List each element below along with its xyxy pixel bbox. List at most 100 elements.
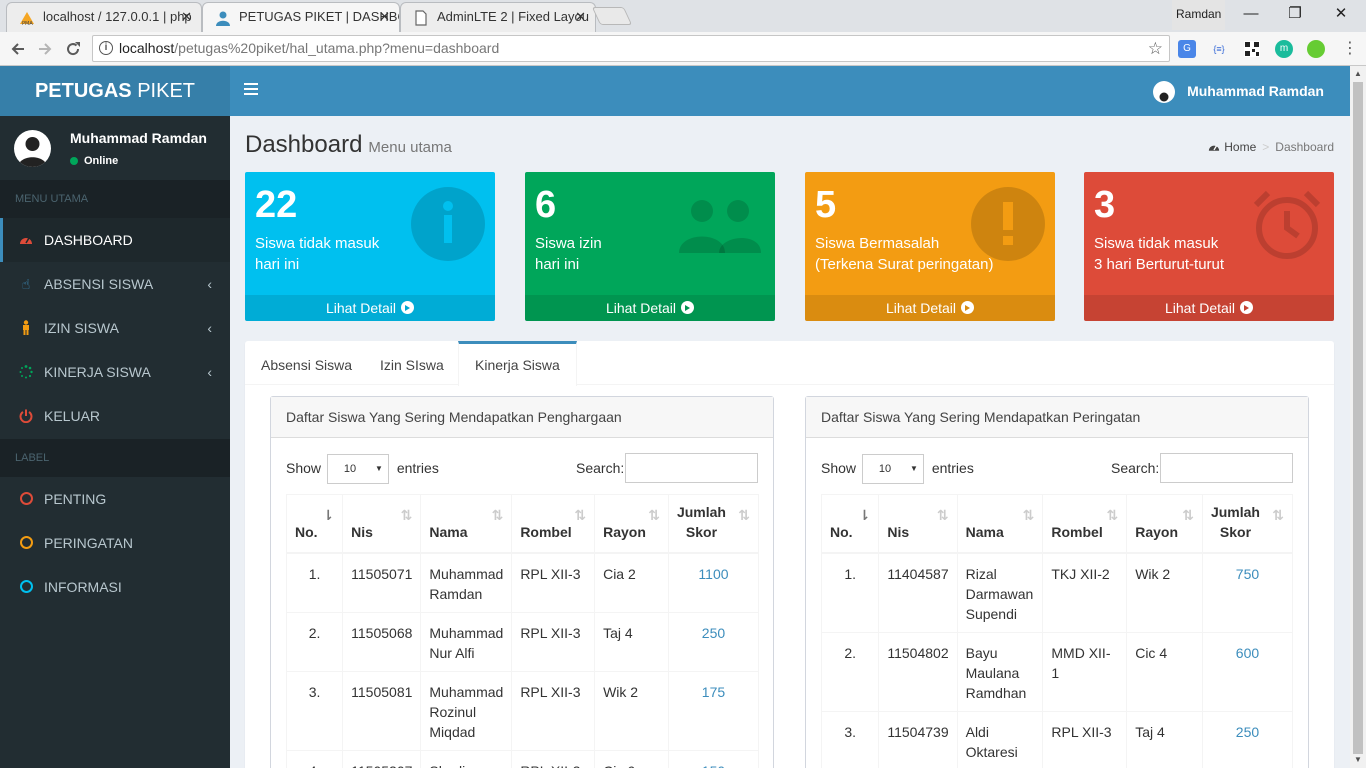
sidebar-item-keluar[interactable]: KELUAR xyxy=(0,394,230,438)
column-header-nis[interactable]: Nis ⇅ xyxy=(878,494,958,554)
close-icon[interactable]: ✕ xyxy=(575,3,586,31)
stat-description: Siswa Bermasalah (Terkena Surat peringata… xyxy=(815,233,993,275)
breadcrumb-home-link[interactable]: Home xyxy=(1224,140,1256,154)
sidebar-toggle-icon[interactable] xyxy=(244,83,258,99)
column-header-skor[interactable]: Jumlah Skor ⇅ xyxy=(667,494,760,554)
column-label: No. xyxy=(295,523,318,540)
stat-box-absent-3-days: 3 Siswa tidak masuk 3 hari Berturut-turut… xyxy=(1084,172,1334,321)
stat-description-line2: hari ini xyxy=(255,256,300,273)
cell-nama: Aldi Oktaresi xyxy=(956,710,1044,768)
close-icon[interactable]: ✕ xyxy=(379,3,390,31)
cell-rombel: RPL XII-3 xyxy=(511,670,596,751)
sidebar-item-absensi[interactable]: ☝ ABSENSI SISWA ‹ xyxy=(0,262,230,306)
m-extension-icon[interactable]: m xyxy=(1275,40,1293,58)
stat-description-line1: Siswa tidak masuk xyxy=(255,235,380,252)
tab-kinerja-siswa[interactable]: Kinerja Siswa xyxy=(458,341,577,386)
reload-icon xyxy=(67,42,80,56)
navbar-user-menu[interactable]: Muhammad Ramdan xyxy=(1153,66,1324,116)
cell-rayon: Wik 2 xyxy=(1126,552,1203,633)
bookmark-star-icon[interactable]: ☆ xyxy=(1148,36,1163,61)
stat-detail-link[interactable]: Lihat Detail xyxy=(245,295,495,321)
stat-box-problem: 5 Siswa Bermasalah (Terkena Surat peringa… xyxy=(805,172,1055,321)
back-button[interactable] xyxy=(6,37,30,61)
cell-skor-link[interactable]: 750 xyxy=(1201,552,1294,633)
column-header-nama[interactable]: Nama ⇅ xyxy=(420,494,513,554)
forward-button[interactable] xyxy=(33,37,57,61)
sidebar-item-kinerja[interactable]: KINERJA SISWA ‹ xyxy=(0,350,230,394)
sidebar-item-label: ABSENSI SISWA xyxy=(44,276,154,292)
cell-skor-link[interactable]: 250 xyxy=(1201,710,1294,768)
column-header-nama[interactable]: Nama ⇅ xyxy=(956,494,1044,554)
browser-tab-petugas[interactable]: PETUGAS PIKET | DASHBOA ✕ xyxy=(202,2,400,32)
column-header-no[interactable]: No. ⇂ xyxy=(820,494,880,554)
new-tab-button[interactable] xyxy=(591,7,633,25)
reload-button[interactable] xyxy=(61,37,85,61)
column-header-skor[interactable]: Jumlah Skor ⇅ xyxy=(1201,494,1294,554)
sidebar-item-informasi[interactable]: INFORMASI xyxy=(0,565,230,609)
logo-rest: PIKET xyxy=(131,80,196,102)
sidebar-item-dashboard[interactable]: DASHBOARD xyxy=(0,218,230,262)
restore-button[interactable]: ❐ xyxy=(1272,0,1318,30)
os-profile-name[interactable]: Ramdan xyxy=(1172,0,1226,30)
url-input[interactable]: i localhost/petugas%20piket/hal_utama.ph… xyxy=(92,35,1170,62)
browser-tab-adminlte[interactable]: AdminLTE 2 | Fixed Layou ✕ xyxy=(400,2,596,32)
cell-no: 3. xyxy=(285,670,344,751)
sidebar-item-peringatan[interactable]: PERINGATAN xyxy=(0,521,230,565)
close-icon[interactable]: ✕ xyxy=(181,3,192,31)
entries-label: entries xyxy=(931,460,974,476)
stat-detail-link[interactable]: Lihat Detail xyxy=(525,295,775,321)
tab-izin-siswa[interactable]: Izin SIswa xyxy=(364,341,460,385)
column-header-rayon[interactable]: Rayon ⇅ xyxy=(594,494,669,554)
info-icon xyxy=(411,187,485,261)
window-close-button[interactable]: ✕ xyxy=(1318,0,1364,30)
column-header-nis[interactable]: Nis ⇅ xyxy=(342,494,422,554)
sidebar-item-label: PERINGATAN xyxy=(44,535,133,551)
stat-detail-link[interactable]: Lihat Detail xyxy=(805,295,1055,321)
json-extension-icon[interactable]: {≡} xyxy=(1210,40,1228,58)
scroll-up-arrow-icon[interactable]: ▲ xyxy=(1350,66,1366,82)
sidebar-item-penting[interactable]: PENTING xyxy=(0,477,230,521)
phpmyadmin-icon: PMA xyxy=(20,12,34,26)
cell-skor-link[interactable]: 600 xyxy=(1201,631,1294,712)
sidebar: Muhammad Ramdan Online MENU UTAMA DASHBO… xyxy=(0,116,230,768)
column-label: Nama xyxy=(429,523,468,540)
column-label: Rayon xyxy=(1135,523,1178,540)
page-scrollbar-thumb[interactable] xyxy=(1353,82,1363,754)
tab-absensi-siswa[interactable]: Absensi Siswa xyxy=(245,341,368,385)
browser-menu-icon[interactable]: ⋮ xyxy=(1338,37,1362,61)
qr-code-icon[interactable] xyxy=(1243,40,1261,58)
cell-skor-link[interactable]: 1100 xyxy=(667,552,760,613)
tab-header: Absensi Siswa Izin SIswa Kinerja Siswa xyxy=(245,341,1334,386)
length-select[interactable]: 10 xyxy=(861,454,924,485)
cell-skor-link[interactable]: 175 xyxy=(667,670,760,751)
info-icon[interactable]: i xyxy=(99,41,113,55)
colorful-extension-icon[interactable] xyxy=(1307,40,1325,58)
column-header-rayon[interactable]: Rayon ⇅ xyxy=(1126,494,1203,554)
minimize-button[interactable]: — xyxy=(1228,0,1274,30)
logo-bold: PETUGAS xyxy=(34,80,132,102)
stat-detail-link[interactable]: Lihat Detail xyxy=(1084,295,1334,321)
app-logo[interactable]: PETUGAS PIKET xyxy=(0,66,230,116)
search-input[interactable] xyxy=(625,453,758,483)
cell-skor-link[interactable]: 150 xyxy=(667,749,760,768)
length-control: Show 10 entries xyxy=(821,453,974,485)
column-header-rombel[interactable]: Rombel ⇅ xyxy=(1042,494,1128,554)
column-label: Rombel xyxy=(1051,523,1103,540)
search-input[interactable] xyxy=(1160,453,1293,483)
length-select[interactable]: 10 xyxy=(326,454,389,485)
translate-extension-icon[interactable]: G xyxy=(1178,40,1196,58)
person-icon xyxy=(18,306,34,350)
cell-nis: 11505207 xyxy=(342,749,422,768)
scroll-down-arrow-icon[interactable]: ▼ xyxy=(1350,752,1366,768)
cell-skor-link[interactable]: 250 xyxy=(667,611,760,672)
stat-description-line1: Siswa izin xyxy=(535,235,602,252)
stat-description-line1: Siswa Bermasalah xyxy=(815,235,940,252)
column-header-rombel[interactable]: Rombel ⇅ xyxy=(511,494,596,554)
browser-tab-phpmyadmin[interactable]: PMA localhost / 127.0.0.1 | php ✕ xyxy=(6,2,202,32)
sort-icon: ⇅ xyxy=(936,507,949,523)
cell-rayon: Cia 2 xyxy=(594,552,669,613)
circle-icon xyxy=(20,492,33,505)
column-header-no[interactable]: No. ⇂ xyxy=(285,494,344,554)
sidebar-item-izin[interactable]: IZIN SISWA ‹ xyxy=(0,306,230,350)
sort-desc-icon: ⇂ xyxy=(322,507,335,523)
